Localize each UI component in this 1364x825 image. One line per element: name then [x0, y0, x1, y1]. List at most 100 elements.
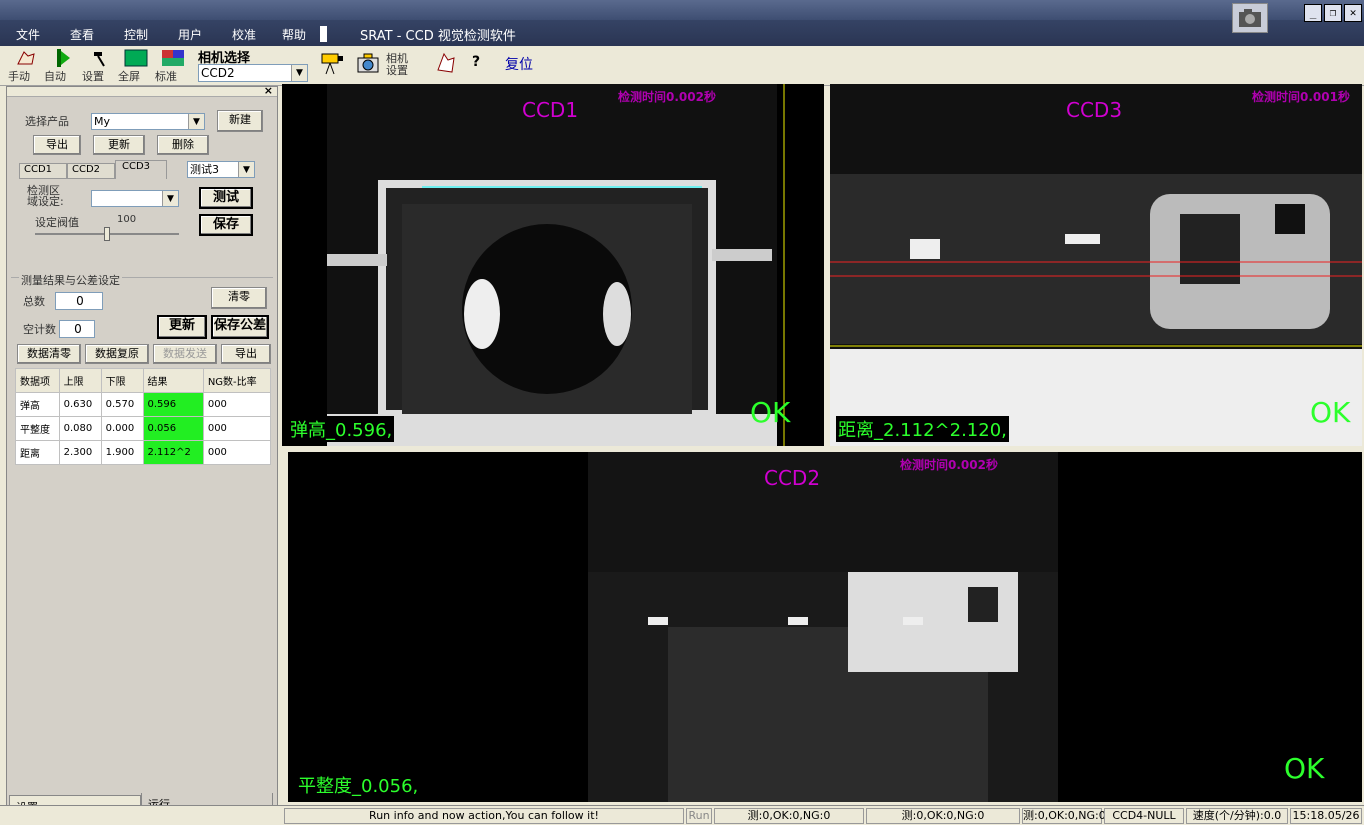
- export-button[interactable]: 导出: [33, 135, 81, 155]
- product-select[interactable]: My ▼: [91, 113, 205, 130]
- menu-file[interactable]: 文件: [16, 26, 40, 43]
- test-select[interactable]: 测试3 ▼: [187, 161, 255, 178]
- panel-close-icon[interactable]: ×: [264, 84, 273, 97]
- reset-label: 复位: [505, 57, 533, 73]
- manual-label: 手动: [8, 70, 30, 83]
- auto-label: 自动: [44, 70, 66, 83]
- status-run: Run: [686, 808, 712, 824]
- table-cell: 000: [202, 416, 272, 441]
- region-select[interactable]: ▼: [91, 190, 179, 207]
- table-cell: 弹高: [15, 392, 60, 417]
- ccd2-title: CCD2: [764, 466, 821, 490]
- restore-icon[interactable]: ❐: [1324, 4, 1342, 22]
- new-button[interactable]: 新建: [217, 110, 263, 132]
- hand-pointer-icon: [437, 52, 455, 73]
- menu-calibrate[interactable]: 校准: [232, 26, 256, 43]
- table-cell[interactable]: 0.000: [100, 416, 144, 441]
- tab-ccd1[interactable]: CCD1: [19, 163, 67, 179]
- ccd1-image: [327, 84, 785, 446]
- help-button[interactable]: ?: [466, 48, 486, 84]
- menu-control[interactable]: 控制: [124, 26, 148, 43]
- status-ccd4: CCD4-NULL: [1104, 808, 1184, 824]
- fullscreen-label: 全屏: [118, 70, 140, 83]
- table-cell[interactable]: 0.570: [100, 392, 144, 417]
- table-cell: 0.056: [142, 416, 204, 441]
- camera-select-value: CCD2: [201, 66, 235, 80]
- ccd3-title: CCD3: [1066, 98, 1123, 122]
- update-button[interactable]: 更新: [93, 135, 145, 155]
- ccd2-result: 平整度_0.056,: [296, 772, 421, 798]
- ccd3-view: CCD3 检测时间0.001秒 距离_2.112^2.120, OK: [830, 84, 1362, 446]
- status-ccd3-count: 测:0,OK:0,NG:0: [1022, 808, 1106, 824]
- manual-button[interactable]: 手动: [8, 48, 44, 84]
- delete-button[interactable]: 删除: [157, 135, 209, 155]
- table-cell[interactable]: 2.300: [58, 440, 102, 465]
- ccd1-ok-status: OK: [750, 396, 791, 429]
- ccd3-ok-status: OK: [1310, 396, 1351, 429]
- test-button[interactable]: 测试: [199, 187, 253, 209]
- column-header: NG数-比率: [202, 368, 272, 393]
- chevron-down-icon: ▼: [162, 191, 178, 206]
- camera-capture-button[interactable]: [350, 48, 386, 84]
- chevron-down-icon: ▼: [188, 114, 204, 129]
- menu-view[interactable]: 查看: [70, 26, 94, 43]
- camera-settings-button[interactable]: 相机 设置: [386, 48, 420, 84]
- table-cell[interactable]: 0.080: [58, 416, 102, 441]
- status-ccd1-count: 测:0,OK:0,NG:0: [714, 808, 864, 824]
- ccd3-result: 距离_2.112^2.120,: [836, 416, 1009, 442]
- clear-button[interactable]: 清零: [211, 287, 267, 309]
- group-label: 测量结果与公差设定: [19, 272, 122, 288]
- camera-button[interactable]: [314, 48, 350, 84]
- menu-help[interactable]: 帮助: [282, 26, 306, 43]
- settings-button[interactable]: 设置: [82, 48, 118, 84]
- pointer-help-button[interactable]: [428, 48, 464, 84]
- product-select-value: My: [94, 115, 111, 128]
- save-tolerance-button[interactable]: 保存公差: [211, 315, 269, 339]
- ccd3-image: [830, 84, 1362, 446]
- threshold-slider-thumb[interactable]: [104, 227, 110, 241]
- camera-settings-label: 相机 设置: [386, 52, 408, 77]
- table-cell[interactable]: 0.630: [58, 392, 102, 417]
- tab-ccd2[interactable]: CCD2: [67, 163, 115, 179]
- reset-button[interactable]: 复位: [500, 48, 538, 84]
- select-product-label: 选择产品: [25, 115, 69, 128]
- table-row[interactable]: 弹高 0.630 0.570 0.596 000: [15, 392, 272, 417]
- data-clear-button[interactable]: 数据清零: [17, 344, 81, 364]
- camera-select[interactable]: CCD2 ▼: [198, 64, 308, 82]
- ccd1-detect-time: 检测时间0.002秒: [618, 90, 716, 104]
- ccd3-detect-time: 检测时间0.001秒: [1252, 90, 1350, 104]
- calibrate-button[interactable]: 标准: [155, 48, 191, 84]
- menu-user[interactable]: 用户: [178, 26, 202, 43]
- total-label: 总数: [23, 295, 45, 308]
- table-cell: 000: [202, 440, 272, 465]
- table-row[interactable]: 平整度 0.080 0.000 0.056 000: [15, 416, 272, 441]
- table-row[interactable]: 距离 2.300 1.900 2.112^2 000: [15, 440, 272, 465]
- close-icon[interactable]: ✕: [1344, 4, 1362, 22]
- hand-icon: [17, 51, 35, 65]
- null-count-label: 空计数: [23, 323, 56, 336]
- minimize-icon[interactable]: _: [1304, 4, 1322, 22]
- status-info: Run info and now action,You can follow i…: [284, 808, 684, 824]
- table-cell: 2.112^2: [142, 440, 204, 465]
- hammer-icon: [94, 52, 105, 67]
- total-value: 0: [55, 292, 103, 310]
- table-cell[interactable]: 1.900: [100, 440, 144, 465]
- threshold-label: 设定阀值: [35, 216, 79, 229]
- table-cell: 000: [202, 392, 272, 417]
- column-header: 数据项: [15, 368, 60, 393]
- table-cell: 0.596: [142, 392, 204, 417]
- chevron-down-icon: ▼: [291, 65, 307, 81]
- toolbar: 手动 自动 设置 全屏 标准 相机选择 CCD2 ▼ 相机 设置 ? 复位: [0, 46, 1364, 86]
- tab-ccd3[interactable]: CCD3: [115, 160, 167, 179]
- auto-button[interactable]: 自动: [44, 48, 80, 84]
- fullscreen-icon: [124, 49, 148, 67]
- data-send-button[interactable]: 数据发送: [153, 344, 217, 364]
- data-restore-button[interactable]: 数据复原: [85, 344, 149, 364]
- save-button[interactable]: 保存: [199, 214, 253, 236]
- export-data-button[interactable]: 导出: [221, 344, 271, 364]
- fullscreen-button[interactable]: 全屏: [118, 48, 154, 84]
- update-tolerance-button[interactable]: 更新: [157, 315, 207, 339]
- status-bar: Run info and now action,You can follow i…: [0, 805, 1364, 825]
- status-time: 15:18.05/26: [1290, 808, 1362, 824]
- column-header: 上限: [58, 368, 102, 393]
